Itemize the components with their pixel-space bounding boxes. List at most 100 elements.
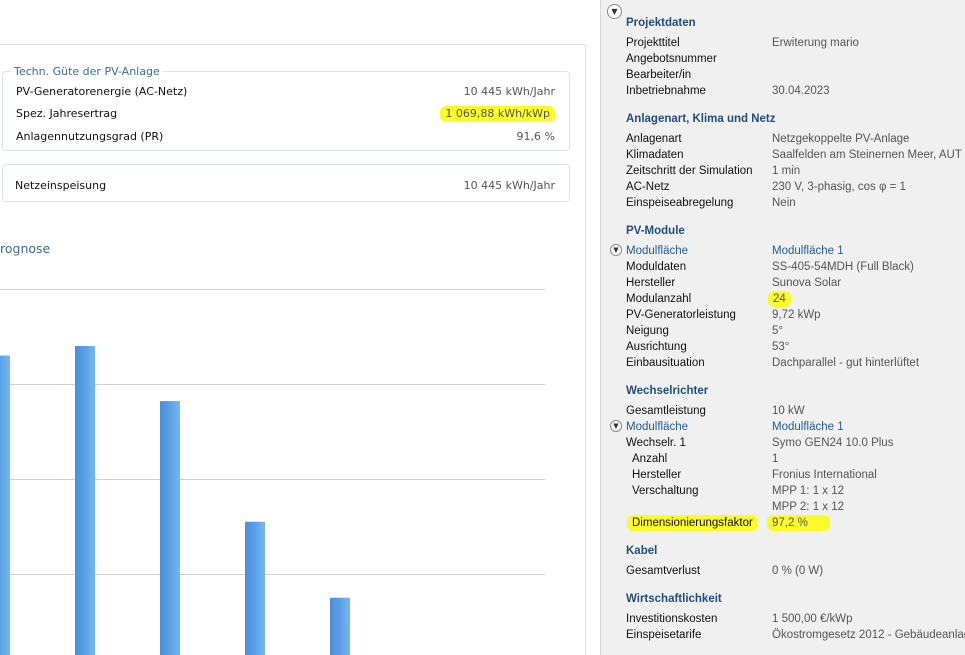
grid-feed-label: Netzeinspeisung — [15, 179, 107, 192]
row-key: Modulfläche — [626, 245, 689, 257]
row-value: Netzgekoppelte PV-Anlage — [772, 133, 910, 145]
row-value: Nein — [772, 197, 796, 209]
row-key: Einspeisetarife — [626, 629, 702, 641]
row-value: Sunova Solar — [772, 277, 842, 289]
section-system-type: Anlagenart, Klima und Netz — [626, 113, 776, 125]
row-value: 53° — [772, 341, 790, 353]
row-key: Verschaltung — [632, 485, 699, 497]
collapse-all-icon[interactable]: ▼ — [607, 4, 622, 19]
grid-feed-row: Netzeinspeisung 10 445 kWh/Jahr — [15, 178, 555, 194]
module-area-toggle-icon[interactable]: ▼ — [610, 244, 622, 256]
row-module-manufacturer: Hersteller Sunova Solar — [626, 275, 965, 291]
pv-quality-box: Techn. Güte der PV-Anlage PV-Generatoren… — [2, 65, 570, 151]
row-total-power: Gesamtleistung 10 kW — [626, 403, 965, 419]
row-key: Hersteller — [632, 469, 682, 481]
row-key: Anzahl — [632, 453, 668, 465]
performance-ratio-row: Anlagennutzungsgrad (PR) 91,6 % — [16, 129, 555, 145]
section-project-data: Projektdaten — [626, 17, 696, 29]
inverter-area-toggle-icon[interactable]: ▼ — [610, 420, 622, 432]
row-value: MPP 2: 1 x 12 — [772, 501, 845, 513]
row-value: Saalfelden am Steinernen Meer, AUT — [772, 149, 962, 161]
row-value: 1 500,00 €/kWp — [772, 613, 853, 625]
row-inverter-count: Anzahl 1 — [626, 451, 965, 467]
row-value: Ökostromgesetz 2012 - Gebäudeanlage — [772, 629, 965, 641]
chart-bar — [330, 597, 350, 655]
row-system-type: Anlagenart Netzgekoppelte PV-Anlage — [626, 131, 965, 147]
row-key: Modulanzahl — [626, 293, 692, 305]
generator-energy-label: PV-Generatorenergie (AC-Netz) — [16, 85, 188, 98]
row-value: Erwiterung mario — [772, 37, 859, 49]
specific-yield-value: 1 069,88 kWh/kWp — [440, 106, 555, 122]
row-key: PV-Generatorleistung — [626, 309, 736, 321]
row-key: Gesamtverlust — [626, 565, 701, 577]
row-key: Bearbeiter/in — [626, 69, 692, 81]
row-tilt: Neigung 5° — [626, 323, 965, 339]
grid-feed-value: 10 445 kWh/Jahr — [463, 179, 555, 192]
row-mounting: Einbausituation Dachparallel - gut hinter… — [626, 355, 965, 371]
pv-quality-legend: Techn. Güte der PV-Anlage — [11, 65, 163, 78]
row-value: Dachparallel - gut hinterlüftet — [772, 357, 920, 369]
row-module-count: Modulanzahl 24 — [626, 291, 965, 307]
row-value: MPP 1: 1 x 12 — [772, 485, 845, 497]
row-key: Inbetriebnahme — [626, 85, 706, 97]
row-value: SS-405-54MDH (Full Black) — [772, 261, 914, 273]
row-wiring: Verschaltung MPP 1: 1 x 12 — [626, 483, 965, 499]
row-orientation: Ausrichtung 53° — [626, 339, 965, 355]
row-key: Einspeiseabregelung — [626, 197, 734, 209]
section-pv-modules: PV-Module — [626, 225, 685, 237]
row-key: Dimensionierungsfaktor — [627, 515, 758, 531]
row-value: Modulfläche 1 — [772, 421, 844, 433]
row-offer-number: Angebotsnummer — [626, 51, 965, 67]
yield-forecast-chart — [0, 289, 545, 655]
performance-ratio-label: Anlagennutzungsgrad (PR) — [16, 130, 164, 143]
specific-yield-label: Spez. Jahresertrag — [16, 107, 118, 120]
row-value: 97,2 % — [767, 515, 830, 531]
generator-energy-row: PV-Generatorenergie (AC-Netz) 10 445 kWh… — [16, 84, 555, 100]
row-value: 24 — [768, 291, 791, 307]
row-time-step: Zeitschritt der Simulation 1 min — [626, 163, 965, 179]
row-value: 1 — [772, 453, 779, 465]
generator-energy-value: 10 445 kWh/Jahr — [463, 85, 555, 98]
row-value: 5° — [772, 325, 783, 337]
row-key: Angebotsnummer — [626, 53, 717, 65]
chart-bars — [0, 346, 350, 655]
row-value: 1 min — [772, 165, 801, 177]
specific-yield-row: Spez. Jahresertrag 1 069,88 kWh/kWp — [16, 106, 555, 122]
row-key: Moduldaten — [626, 261, 687, 273]
row-key: Ausrichtung — [626, 341, 687, 353]
row-feed-in-limit: Einspeiseabregelung Nein — [626, 195, 965, 211]
row-inverter-manufacturer: Hersteller Fronius International — [626, 467, 965, 483]
row-inverter-1: Wechselr. 1 Symo GEN24 10.0 Plus — [626, 435, 965, 451]
chart-bar — [75, 346, 95, 655]
project-summary-panel: ▼ Projektdaten Projekttitel Erwiterung ma… — [600, 0, 965, 655]
section-economics: Wirtschaftlichkeit — [626, 593, 722, 605]
row-feed-in-tariff: Einspeisetarife Ökostromgesetz 2012 - Geb… — [626, 627, 965, 643]
row-investment-cost: Investitionskosten 1 500,00 €/kWp — [626, 611, 965, 627]
row-value: 9,72 kWp — [772, 309, 821, 321]
row-key: AC-Netz — [626, 181, 670, 193]
row-sizing-factor: Dimensionierungsfaktor 97,2 % — [626, 515, 965, 531]
row-key: Anlagenart — [626, 133, 682, 145]
row-generator-power: PV-Generatorleistung 9,72 kWp — [626, 307, 965, 323]
row-total-loss: Gesamtverlust 0 % (0 W) — [626, 563, 965, 579]
forecast-title: rognose — [0, 241, 51, 256]
row-value: 30.04.2023 — [772, 85, 830, 97]
row-key: Projekttitel — [626, 37, 680, 49]
row-project-title: Projekttitel Erwiterung mario — [626, 35, 965, 51]
row-commissioning: Inbetriebnahme 30.04.2023 — [626, 83, 965, 99]
row-value: Fronius International — [772, 469, 877, 481]
row-key: Klimadaten — [626, 149, 684, 161]
row-editor: Bearbeiter/in — [626, 67, 965, 83]
row-value: Symo GEN24 10.0 Plus — [772, 437, 894, 449]
row-value: Modulfläche 1 — [772, 245, 844, 257]
row-key: Gesamtleistung — [626, 405, 706, 417]
row-module-area[interactable]: Modulfläche Modulfläche 1 — [626, 243, 965, 259]
row-key: Wechselr. 1 — [626, 437, 686, 449]
section-cable: Kabel — [626, 545, 658, 557]
row-inverter-module-area[interactable]: Modulfläche Modulfläche 1 — [626, 419, 965, 435]
section-inverter: Wechselrichter — [626, 385, 709, 397]
row-key: Modulfläche — [626, 421, 689, 433]
row-value: 10 kW — [772, 405, 805, 417]
chart-bar — [245, 521, 265, 655]
grid-feed-box: Netzeinspeisung 10 445 kWh/Jahr — [2, 164, 570, 202]
